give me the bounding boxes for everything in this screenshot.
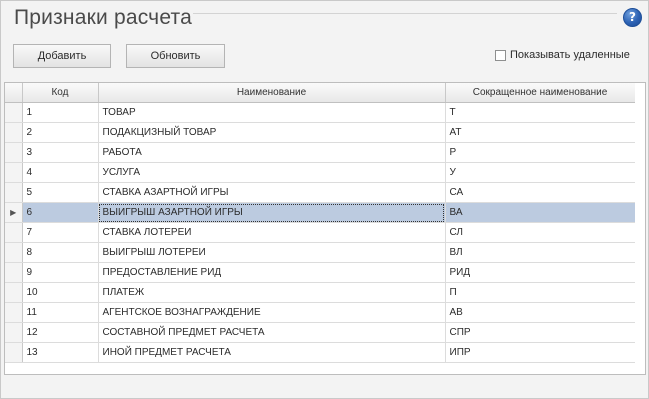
- row-indicator: [5, 102, 23, 123]
- show-deleted-checkbox[interactable]: [495, 49, 506, 61]
- cell-name[interactable]: УСЛУГА: [98, 162, 446, 183]
- page-title: Признаки расчета: [14, 6, 192, 29]
- cell-code[interactable]: 10: [22, 282, 99, 303]
- table-row[interactable]: 2 ПОДАКЦИЗНЫЙ ТОВАР АТ: [5, 122, 636, 143]
- row-indicator: [5, 182, 23, 203]
- cell-code[interactable]: 3: [22, 142, 99, 163]
- row-indicator: [5, 342, 23, 363]
- cell-code[interactable]: 13: [22, 342, 99, 363]
- current-row-indicator-icon: ▶: [5, 202, 23, 223]
- table-header-row: Код Наименование Сокращенное наименовани…: [5, 83, 636, 103]
- cell-short-name[interactable]: ИПР: [445, 342, 636, 363]
- cell-short-name[interactable]: ВЛ: [445, 242, 636, 263]
- row-indicator: [5, 282, 23, 303]
- cell-short-name[interactable]: ВА: [445, 202, 636, 223]
- row-indicator: [5, 122, 23, 143]
- table-row[interactable]: 1 ТОВАР Т: [5, 102, 636, 123]
- calculation-attributes-window: Признаки расчета ? Добавить Обновить Пок…: [0, 0, 649, 399]
- title-divider: [193, 13, 617, 14]
- cell-code[interactable]: 11: [22, 302, 99, 323]
- cell-short-name[interactable]: П: [445, 282, 636, 303]
- cell-code[interactable]: 8: [22, 242, 99, 263]
- cell-name[interactable]: ИНОЙ ПРЕДМЕТ РАСЧЕТА: [98, 342, 446, 363]
- row-indicator: [5, 242, 23, 263]
- table-row[interactable]: 11 АГЕНТСКОЕ ВОЗНАГРАЖДЕНИЕ АВ: [5, 302, 636, 323]
- cell-short-name[interactable]: АТ: [445, 122, 636, 143]
- column-header-short-name[interactable]: Сокращенное наименование: [445, 83, 636, 103]
- row-indicator: [5, 142, 23, 163]
- cell-short-name[interactable]: АВ: [445, 302, 636, 323]
- cell-code[interactable]: 2: [22, 122, 99, 143]
- cell-name[interactable]: СОСТАВНОЙ ПРЕДМЕТ РАСЧЕТА: [98, 322, 446, 343]
- table-row[interactable]: 4 УСЛУГА У: [5, 162, 636, 183]
- cell-name[interactable]: ПЛАТЕЖ: [98, 282, 446, 303]
- cell-name[interactable]: СТАВКА ЛОТЕРЕИ: [98, 222, 446, 243]
- column-header-name[interactable]: Наименование: [98, 83, 446, 103]
- row-indicator: [5, 222, 23, 243]
- show-deleted-label: Показывать удаленные: [510, 49, 630, 61]
- cell-name[interactable]: ПРЕДОСТАВЛЕНИЕ РИД: [98, 262, 446, 283]
- help-icon[interactable]: ?: [623, 8, 642, 27]
- attributes-table[interactable]: Код Наименование Сокращенное наименовани…: [4, 82, 646, 375]
- cell-short-name[interactable]: СПР: [445, 322, 636, 343]
- cell-name[interactable]: ВЫИГРЫШ ЛОТЕРЕИ: [98, 242, 446, 263]
- column-header-code[interactable]: Код: [22, 83, 99, 103]
- table-row[interactable]: 13 ИНОЙ ПРЕДМЕТ РАСЧЕТА ИПР: [5, 342, 636, 363]
- cell-code[interactable]: 12: [22, 322, 99, 343]
- cell-name[interactable]: СТАВКА АЗАРТНОЙ ИГРЫ: [98, 182, 446, 203]
- cell-code[interactable]: 1: [22, 102, 99, 123]
- row-indicator: [5, 162, 23, 183]
- cell-code[interactable]: 5: [22, 182, 99, 203]
- table-row[interactable]: 12 СОСТАВНОЙ ПРЕДМЕТ РАСЧЕТА СПР: [5, 322, 636, 343]
- row-indicator: [5, 302, 23, 323]
- add-button[interactable]: Добавить: [13, 44, 111, 68]
- cell-name[interactable]: ТОВАР: [98, 102, 446, 123]
- cell-name[interactable]: АГЕНТСКОЕ ВОЗНАГРАЖДЕНИЕ: [98, 302, 446, 323]
- table-row[interactable]: ▶ 6 ВЫИГРЫШ АЗАРТНОЙ ИГРЫ ВА: [5, 202, 636, 223]
- cell-short-name[interactable]: СЛ: [445, 222, 636, 243]
- table-row[interactable]: 10 ПЛАТЕЖ П: [5, 282, 636, 303]
- table-row[interactable]: 5 СТАВКА АЗАРТНОЙ ИГРЫ СА: [5, 182, 636, 203]
- table-row[interactable]: 7 СТАВКА ЛОТЕРЕИ СЛ: [5, 222, 636, 243]
- table-row[interactable]: 8 ВЫИГРЫШ ЛОТЕРЕИ ВЛ: [5, 242, 636, 263]
- cell-short-name[interactable]: У: [445, 162, 636, 183]
- status-area: [4, 377, 646, 395]
- show-deleted-toggle[interactable]: Показывать удаленные: [495, 49, 630, 61]
- cell-name[interactable]: РАБОТА: [98, 142, 446, 163]
- table-row[interactable]: 3 РАБОТА Р: [5, 142, 636, 163]
- refresh-button[interactable]: Обновить: [126, 44, 225, 68]
- row-indicator: [5, 262, 23, 283]
- cell-name[interactable]: ПОДАКЦИЗНЫЙ ТОВАР: [98, 122, 446, 143]
- vertical-scrollbar[interactable]: [635, 83, 645, 374]
- cell-name[interactable]: ВЫИГРЫШ АЗАРТНОЙ ИГРЫ: [98, 202, 446, 223]
- table-body: 1 ТОВАР Т 2 ПОДАКЦИЗНЫЙ ТОВАР АТ 3 РАБОТА Р 4 УСЛУ…: [5, 102, 636, 363]
- table-row[interactable]: 9 ПРЕДОСТАВЛЕНИЕ РИД РИД: [5, 262, 636, 283]
- row-indicator-header: [5, 83, 23, 103]
- cell-short-name[interactable]: Р: [445, 142, 636, 163]
- cell-short-name[interactable]: Т: [445, 102, 636, 123]
- cell-code[interactable]: 6: [22, 202, 99, 223]
- cell-short-name[interactable]: СА: [445, 182, 636, 203]
- cell-code[interactable]: 7: [22, 222, 99, 243]
- cell-code[interactable]: 9: [22, 262, 99, 283]
- cell-code[interactable]: 4: [22, 162, 99, 183]
- cell-short-name[interactable]: РИД: [445, 262, 636, 283]
- row-indicator: [5, 322, 23, 343]
